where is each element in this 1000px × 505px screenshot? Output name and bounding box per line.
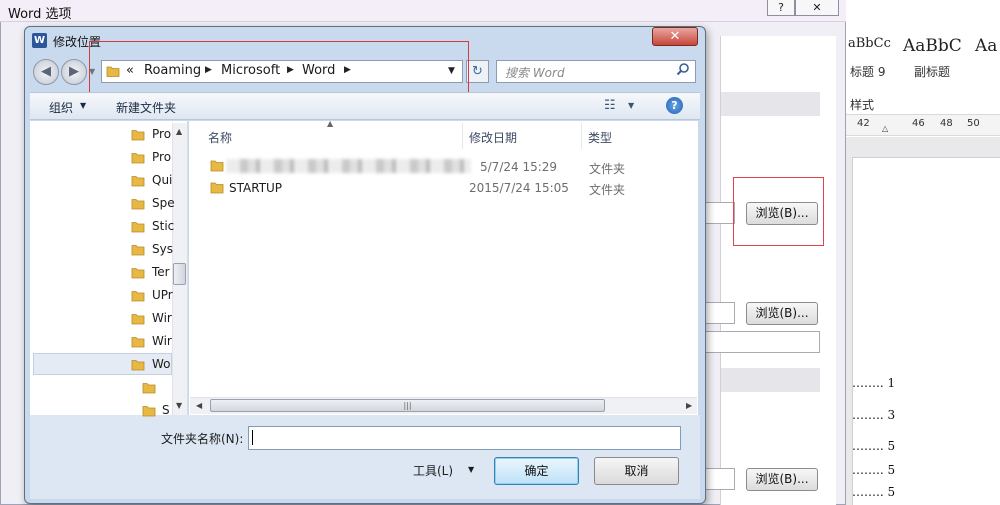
toc-line: …….. 5 [852,463,896,477]
folder-icon [131,290,145,302]
toc-line: …….. 1 [852,376,896,390]
ruler-number: 42 [857,118,870,129]
ruler-number: 50 [967,118,980,129]
nav-subfolder-item[interactable]: S [162,403,170,417]
nav-folder-item[interactable]: Wo [152,357,171,371]
section-header-band [721,92,820,116]
scroll-down-icon[interactable]: ▼ [176,401,182,410]
tools-menu-button[interactable]: 工具(L) [413,462,453,479]
word-options-titlebar [0,0,846,22]
cancel-button[interactable]: 取消 [594,457,679,485]
close-button[interactable]: ✕ [795,0,839,16]
nav-folder-item[interactable]: Stic [152,219,174,233]
scroll-left-icon[interactable]: ◀ [196,401,202,410]
back-arrow-icon[interactable]: ◀ [33,59,59,85]
column-header-type[interactable]: 类型 [588,129,612,146]
forward-arrow-icon[interactable]: ▶ [61,59,87,85]
style-preview-heading9[interactable]: aBbCc [848,36,891,51]
nav-folder-item[interactable]: Sys [152,242,173,256]
toc-line: …….. 5 [852,485,896,499]
help-icon[interactable]: ? [666,97,683,114]
ruler-number: 46 [912,118,925,129]
nav-folder-item[interactable]: Wir [152,311,172,325]
style-preview-next[interactable]: Aa [975,36,997,56]
scroll-up-icon[interactable]: ▲ [176,127,182,136]
text-caret [252,430,253,445]
nav-folder-item[interactable]: Ter [152,265,170,279]
scroll-right-icon[interactable]: ▶ [686,401,692,410]
nav-folder-item[interactable]: Pro [152,150,171,164]
column-header-date[interactable]: 修改日期 [469,129,517,146]
browse-button[interactable]: 浏览(B)... [746,302,818,325]
path-field[interactable] [705,468,735,490]
path-field[interactable] [705,331,820,353]
toc-line: …….. 3 [852,408,896,422]
column-header-name[interactable]: 名称 [208,129,232,146]
browse-highlight-box [733,177,824,246]
word-options-title: Word 选项 [8,7,72,22]
ruler-number: 48 [940,118,953,129]
folder-icon [131,313,145,325]
folder-icon [131,175,145,187]
file-name-redacted[interactable] [226,159,471,173]
folder-icon [142,382,156,394]
column-divider[interactable] [581,123,582,149]
ok-button[interactable]: 确定 [494,457,579,485]
search-icon[interactable] [676,62,690,76]
word-app-icon: W [32,33,47,48]
view-dropdown-icon[interactable]: ▼ [628,101,634,110]
browse-button[interactable]: 浏览(B)... [746,468,818,491]
style-name-subtitle: 副标题 [914,65,951,79]
nav-folder-item[interactable]: UPr [152,288,173,302]
folder-icon [131,221,145,233]
tools-dropdown-icon[interactable]: ▼ [468,465,474,474]
folder-name-input[interactable] [248,426,681,450]
path-field[interactable] [705,302,735,324]
folder-icon [131,336,145,348]
toc-line: …….. 5 [852,439,896,453]
file-date: 5/7/24 15:29 [480,160,558,174]
help-button[interactable]: ? [767,0,795,16]
view-options-icon[interactable]: ☷ [604,98,616,113]
folder-icon [142,405,156,417]
nav-folder-item[interactable]: Wir [152,334,172,348]
sort-indicator-icon: ▲ [327,119,334,128]
style-preview-subtitle[interactable]: AaBbC [903,36,962,56]
ruler-indent-marker-icon[interactable]: △ [882,124,888,133]
column-divider[interactable] [462,123,463,149]
hscroll-thumb[interactable]: ||| [210,399,605,412]
nav-scroll-thumb[interactable] [173,263,186,285]
folder-name-label: 文件夹名称(N): [161,432,244,446]
file-type: 文件夹 [589,183,626,197]
path-field[interactable] [705,202,735,224]
file-type: 文件夹 [589,162,626,176]
styles-group-label: 样式 [850,98,875,112]
nav-folder-item[interactable]: Pro [152,127,171,141]
folder-icon [131,129,145,141]
folder-icon [210,160,224,172]
folder-icon [131,244,145,256]
style-name-heading9: 标题 9 [850,65,886,79]
section-header-band [721,368,820,392]
folder-icon [131,359,145,371]
file-date: 2015/7/24 15:05 [469,181,569,195]
new-folder-button[interactable]: 新建文件夹 [116,99,176,116]
refresh-icon[interactable]: ↻ [466,60,489,83]
file-name[interactable]: STARTUP [229,181,282,195]
folder-icon [210,182,224,194]
search-placeholder: 搜索 Word [505,66,565,80]
folder-icon [131,267,145,279]
organize-menu-button[interactable]: 组织 [49,99,73,116]
folder-icon [131,152,145,164]
folder-icon [131,198,145,210]
nav-folder-item[interactable]: Spe [152,196,175,210]
nav-folder-item[interactable]: Qui [152,173,172,187]
dialog-close-button[interactable]: ✕ [652,27,698,46]
organize-dropdown-icon[interactable]: ▼ [80,101,86,110]
